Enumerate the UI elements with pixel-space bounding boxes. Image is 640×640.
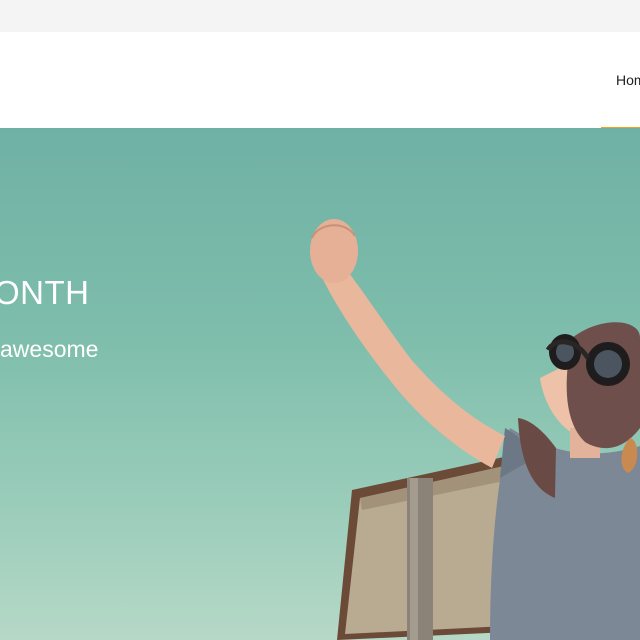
site-header: Hom bbox=[0, 32, 640, 130]
hero-banner: ONTH awesome bbox=[0, 128, 640, 640]
hero-title: ONTH bbox=[0, 274, 90, 311]
top-utility-bar bbox=[0, 0, 640, 32]
hero-image bbox=[310, 219, 640, 640]
hero-subtitle: awesome bbox=[0, 336, 99, 362]
nav-item-label: Hom bbox=[616, 72, 640, 88]
nav-item-home[interactable]: Hom bbox=[601, 32, 640, 130]
